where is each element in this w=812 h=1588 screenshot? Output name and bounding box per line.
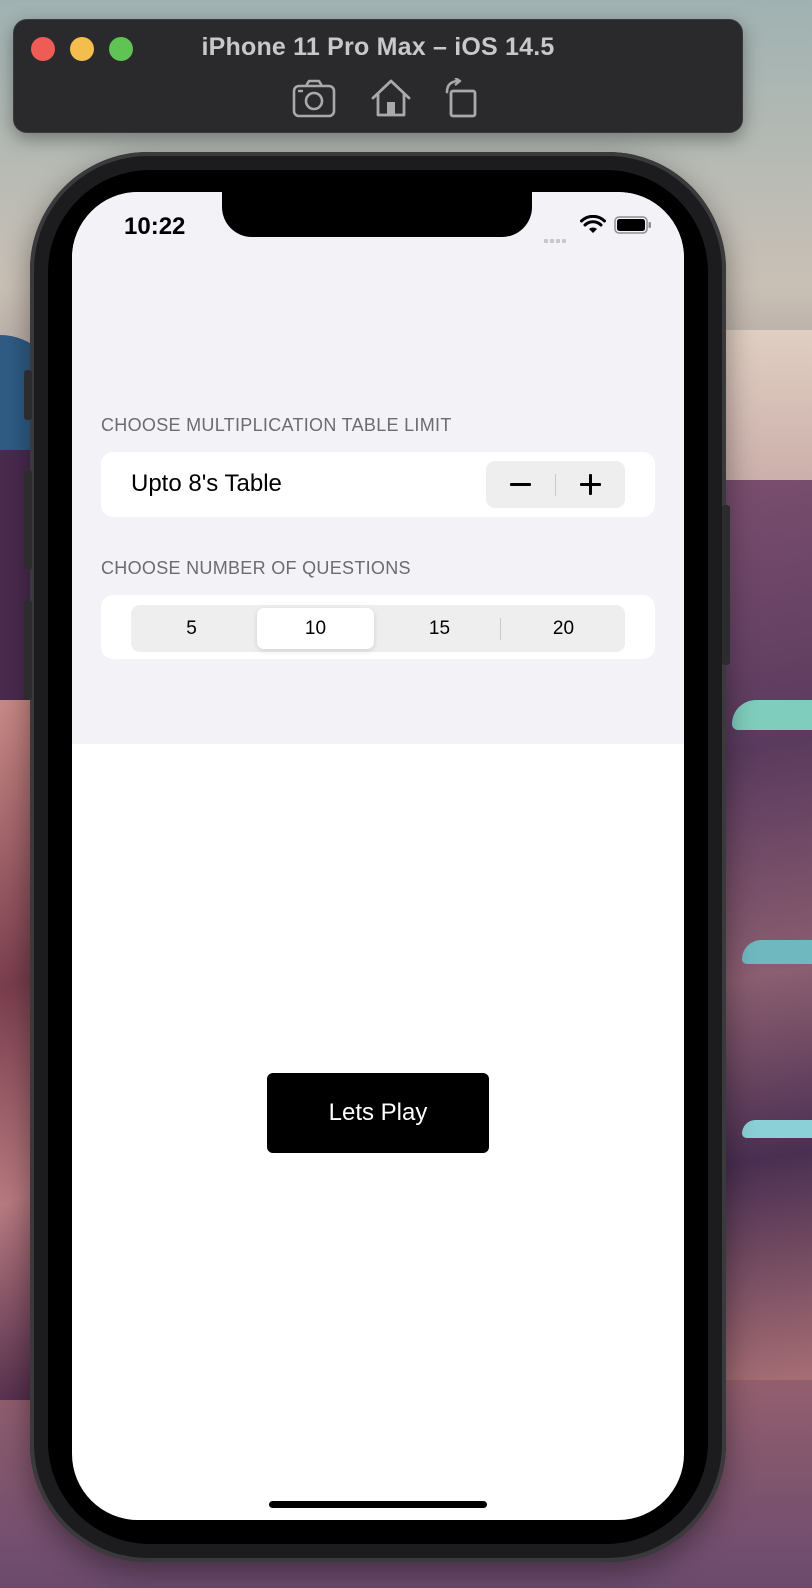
volume-up-button	[24, 470, 32, 570]
notch	[222, 192, 532, 237]
home-icon[interactable]	[369, 78, 413, 118]
wifi-icon	[580, 214, 606, 235]
mute-switch	[24, 370, 32, 420]
table-limit-row: Upto 8's Table	[101, 452, 655, 517]
wallpaper-shape	[742, 1120, 812, 1138]
table-limit-label: Upto 8's Table	[131, 470, 282, 497]
questions-row: 5 10 15 20	[101, 595, 655, 659]
segment-15[interactable]: 15	[381, 608, 498, 649]
segment-20[interactable]: 20	[505, 608, 622, 649]
home-indicator[interactable]	[269, 1501, 487, 1508]
segment-5[interactable]: 5	[133, 608, 250, 649]
settings-form: 10:22 CHOOSE MULTIPLICATION TABLE LIMIT …	[72, 192, 684, 744]
decrement-button[interactable]	[486, 461, 555, 508]
power-button	[722, 505, 730, 665]
increment-button[interactable]	[556, 461, 625, 508]
cellular-signal-icon	[544, 230, 572, 243]
rotate-icon[interactable]	[443, 76, 487, 118]
section-header-questions: CHOOSE NUMBER OF QUESTIONS	[101, 558, 411, 578]
section-header-table-limit: CHOOSE MULTIPLICATION TABLE LIMIT	[101, 415, 452, 435]
wallpaper-shape	[732, 700, 812, 730]
status-time: 10:22	[124, 213, 186, 240]
questions-segmented-control: 5 10 15 20	[131, 605, 625, 652]
camera-icon[interactable]	[292, 78, 336, 118]
lets-play-button[interactable]: Lets Play	[267, 1073, 489, 1153]
window-title: iPhone 11 Pro Max – iOS 14.5	[201, 33, 555, 61]
segment-10[interactable]: 10	[257, 608, 374, 649]
wallpaper-shape	[742, 940, 812, 964]
volume-down-button	[24, 600, 32, 700]
table-limit-stepper	[486, 461, 625, 508]
battery-icon	[614, 216, 652, 234]
segment-divider	[500, 618, 501, 640]
device-screen: 10:22 CHOOSE MULTIPLICATION TABLE LIMIT …	[72, 192, 684, 1520]
simulator-title-bar: iPhone 11 Pro Max – iOS 14.5	[13, 19, 743, 133]
